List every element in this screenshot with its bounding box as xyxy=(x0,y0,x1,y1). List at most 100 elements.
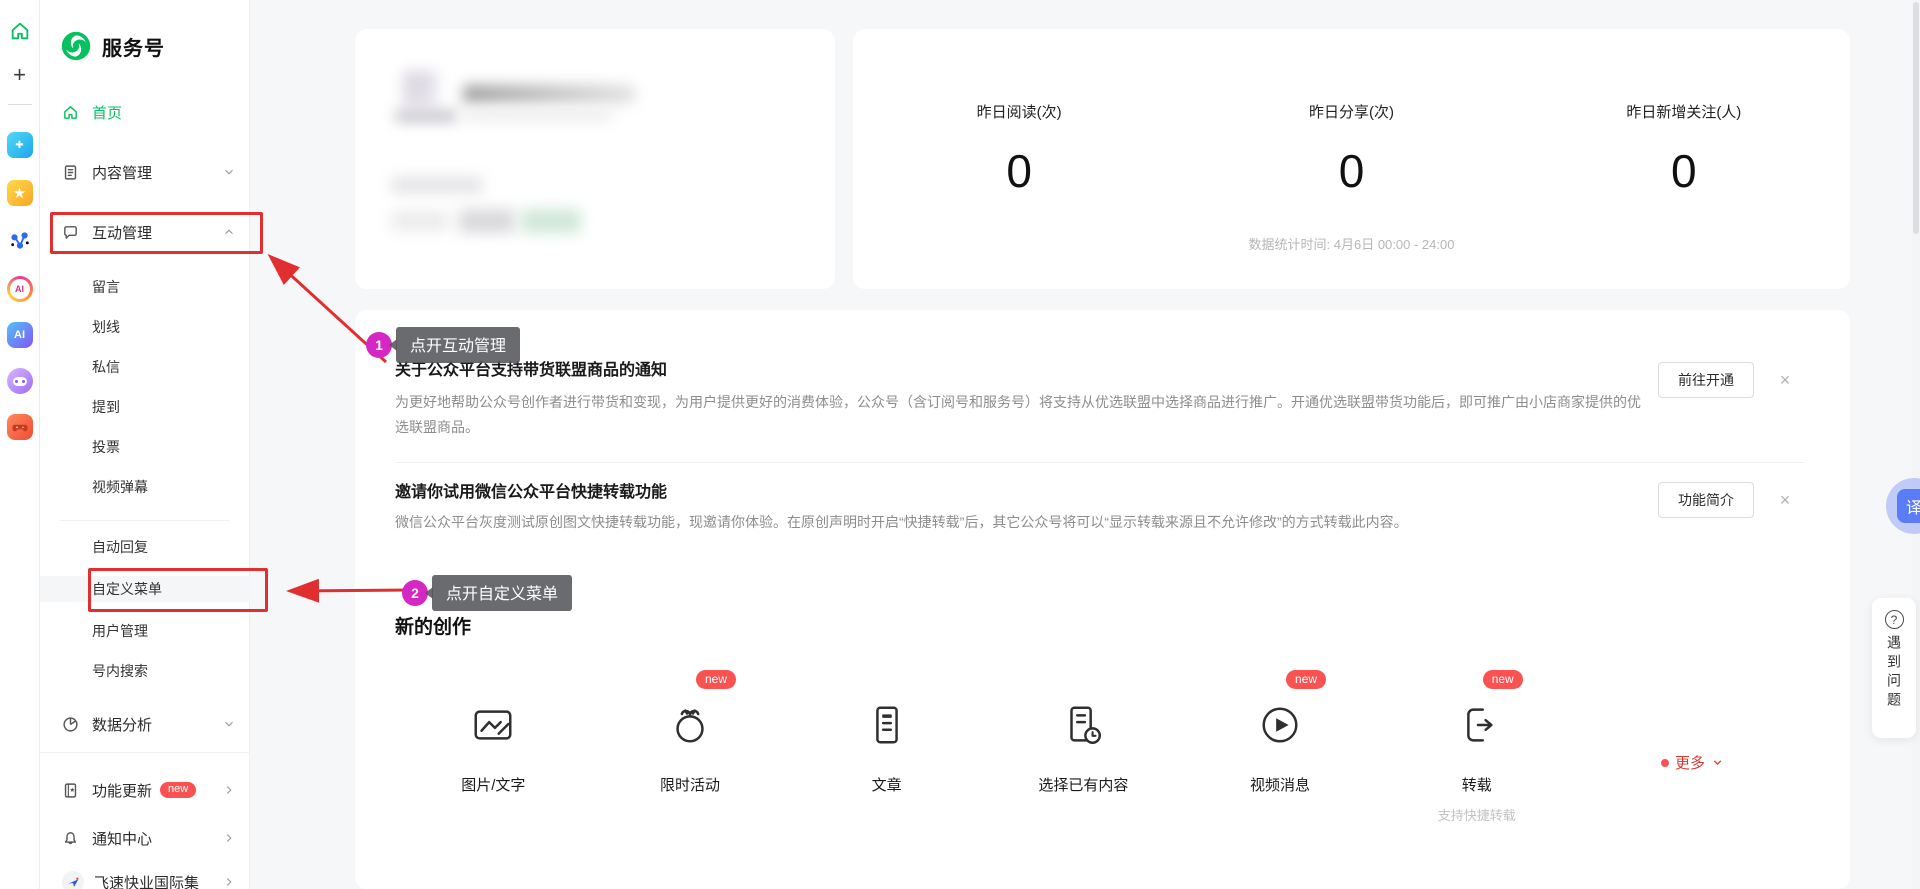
new-badge: new xyxy=(696,670,736,689)
sidebar-subitem-underline[interactable]: 划线 xyxy=(40,314,250,340)
sidebar-item-partner-account[interactable]: 飞速快业国际集 xyxy=(40,868,250,889)
timed-activity-icon xyxy=(667,702,713,748)
sidebar-item-label: 互动管理 xyxy=(92,222,152,243)
rail-divider xyxy=(8,104,32,105)
existing-content-icon xyxy=(1060,702,1106,748)
sidebar-subitem-auto-reply[interactable]: 自动回复 xyxy=(40,534,250,560)
stat-label: 昨日阅读(次) xyxy=(853,101,1185,122)
graph-app-icon[interactable] xyxy=(7,228,33,254)
sidebar-subitem-user-mgmt[interactable]: 用户管理 xyxy=(40,618,250,644)
notice-body: 微信公众平台灰度测试原创图文快捷转载功能，现邀请你体验。在原创声明时开启“快捷转… xyxy=(395,510,1645,535)
sidebar-divider xyxy=(60,520,230,521)
redacted-text xyxy=(463,109,613,121)
chevron-right-icon xyxy=(222,831,236,845)
chevron-down-icon xyxy=(1711,756,1724,769)
notice-title: 邀请你试用微信公众平台快捷转载功能 xyxy=(395,478,667,502)
sidebar-item-home[interactable]: 首页 xyxy=(40,98,250,126)
creation-item-video-message[interactable]: new 视频消息 xyxy=(1182,702,1379,824)
sidebar-item-label: 首页 xyxy=(92,102,122,123)
sidebar-item-label: 飞速快业国际集 xyxy=(94,872,199,889)
sidebar-item-label: 数据分析 xyxy=(92,714,152,735)
creation-label: 转载 xyxy=(1462,774,1492,795)
ai-cube-app-icon[interactable]: AI xyxy=(7,322,33,348)
ai-ring-app-icon[interactable]: AI xyxy=(7,276,33,302)
account-info-card xyxy=(355,29,835,289)
subitem-label: 划线 xyxy=(92,317,120,337)
scrollbar-thumb[interactable] xyxy=(1913,2,1919,234)
scrollbar-track[interactable] xyxy=(1912,0,1920,889)
home-icon[interactable] xyxy=(7,18,33,44)
home-outline-icon xyxy=(62,104,79,121)
sidebar-item-data-analysis[interactable]: 数据分析 xyxy=(40,710,250,738)
creation-sublabel: 支持快捷转载 xyxy=(1438,805,1516,824)
translate-button[interactable]: 译 xyxy=(1897,489,1920,523)
subitem-label: 用户管理 xyxy=(92,621,148,641)
sidebar-item-content-mgmt[interactable]: 内容管理 xyxy=(40,158,250,186)
more-button[interactable]: 更多 xyxy=(1661,752,1724,773)
stat-value: 0 xyxy=(1185,144,1517,198)
notice-title: 关于公众平台支持带货联盟商品的通知 xyxy=(395,356,667,380)
game-controller-icon[interactable] xyxy=(7,414,33,440)
subitem-label: 自定义菜单 xyxy=(92,579,162,599)
chevron-down-icon xyxy=(222,165,236,179)
chevron-right-icon xyxy=(222,783,236,797)
redacted-text xyxy=(395,111,457,121)
creation-item-article[interactable]: 文章 xyxy=(788,702,985,824)
creation-item-repost[interactable]: new 转载 支持快捷转载 xyxy=(1378,702,1575,824)
stat-value: 0 xyxy=(853,144,1185,198)
redacted-row xyxy=(391,177,483,193)
subitem-label: 私信 xyxy=(92,357,120,377)
sidebar-subitem-comments[interactable]: 留言 xyxy=(40,274,250,300)
sidebar-subitem-custom-menu[interactable]: 自定义菜单 xyxy=(40,576,250,602)
new-badge: new xyxy=(160,782,196,798)
miniprogram-app-icon[interactable]: ✚ xyxy=(7,132,33,158)
main-content-card: 关于公众平台支持带货联盟商品的通知 为更好地帮助公众号创作者进行带货和变现，为用… xyxy=(355,310,1850,889)
creation-label: 图片/文字 xyxy=(461,774,525,795)
help-label: 遇到问题 xyxy=(1884,635,1904,711)
chevron-down-icon xyxy=(222,717,236,731)
repost-icon xyxy=(1454,702,1500,748)
plus-icon[interactable]: + xyxy=(7,62,33,88)
sidebar-item-label: 通知中心 xyxy=(92,828,152,849)
bell-icon xyxy=(62,830,79,847)
chevron-right-icon xyxy=(222,875,236,889)
stat-label: 昨日新增关注(人) xyxy=(1518,101,1850,122)
sidebar-item-feature-update[interactable]: 功能更新 new xyxy=(40,776,250,804)
subitem-label: 视频弹幕 xyxy=(92,477,148,497)
sidebar-subitem-video-danmu[interactable]: 视频弹幕 xyxy=(40,474,250,500)
notice-divider xyxy=(395,462,1805,463)
redacted-row xyxy=(459,209,515,233)
favorites-star-icon[interactable]: ★ xyxy=(7,180,33,206)
subitem-label: 留言 xyxy=(92,277,120,297)
help-panel[interactable]: ? 遇到问题 xyxy=(1872,598,1916,738)
creation-row: 图片/文字 new 限时活动 文章 选择已有内容 new 视频消息 new 转载… xyxy=(395,702,1575,824)
question-icon: ? xyxy=(1885,610,1904,629)
creation-label: 限时活动 xyxy=(660,774,720,795)
creation-item-existing-content[interactable]: 选择已有内容 xyxy=(985,702,1182,824)
brand-swirl-icon xyxy=(60,30,92,62)
brand-name: 服务号 xyxy=(102,32,165,61)
subitem-label: 提到 xyxy=(92,397,120,417)
assistant-robot-icon[interactable] xyxy=(7,368,33,394)
sidebar-subitem-private-msg[interactable]: 私信 xyxy=(40,354,250,380)
sidebar: 服务号 首页 内容管理 互动管理 留言 划线 私信 提到 投票 视频弹幕 自动回… xyxy=(40,0,250,889)
close-icon[interactable]: × xyxy=(1775,370,1795,390)
sidebar-item-interaction-mgmt[interactable]: 互动管理 xyxy=(40,218,250,246)
brand-logo: 服务号 xyxy=(60,30,165,62)
open-commerce-button[interactable]: 前往开通 xyxy=(1658,362,1754,398)
partner-avatar xyxy=(62,871,84,889)
feature-intro-button[interactable]: 功能简介 xyxy=(1658,482,1754,518)
sidebar-subitem-mentions[interactable]: 提到 xyxy=(40,394,250,420)
document-icon xyxy=(62,164,79,181)
sidebar-subitem-account-search[interactable]: 号内搜索 xyxy=(40,658,250,684)
sidebar-subitem-votes[interactable]: 投票 xyxy=(40,434,250,460)
sidebar-item-label: 功能更新 xyxy=(92,780,152,801)
pie-chart-icon xyxy=(62,716,79,733)
creation-item-timed-activity[interactable]: new 限时活动 xyxy=(592,702,789,824)
sidebar-item-notification-center[interactable]: 通知中心 xyxy=(40,824,250,852)
redacted-account-name xyxy=(463,85,635,103)
subitem-label: 投票 xyxy=(92,437,120,457)
stats-time-range: 数据统计时间: 4月6日 00:00 - 24:00 xyxy=(853,234,1850,253)
creation-item-image-text[interactable]: 图片/文字 xyxy=(395,702,592,824)
close-icon[interactable]: × xyxy=(1775,490,1795,510)
